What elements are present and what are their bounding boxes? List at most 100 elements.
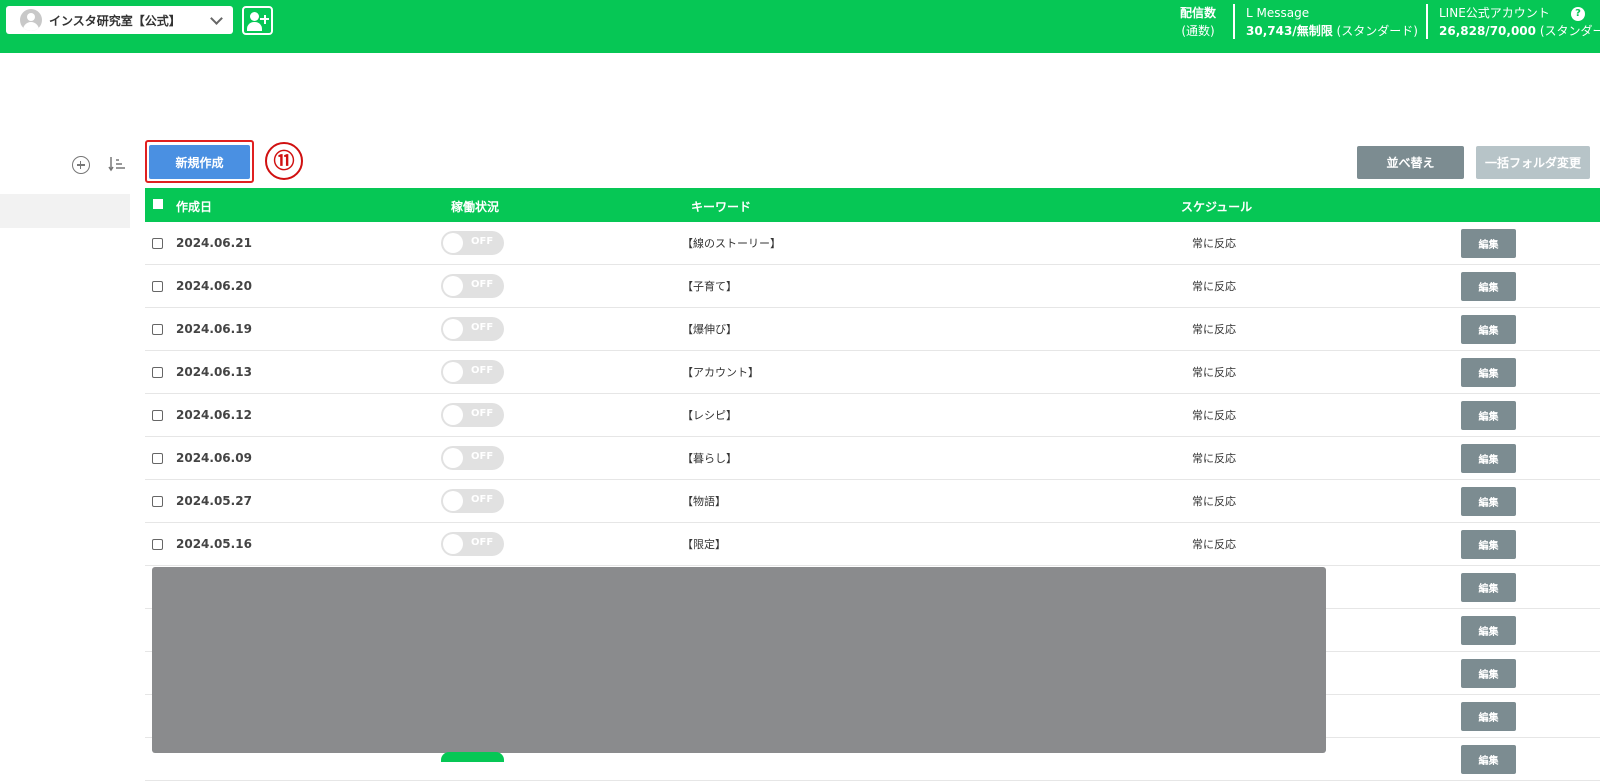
row-checkbox[interactable] — [152, 496, 163, 507]
status-toggle[interactable]: OFF — [441, 274, 504, 298]
table-body: 2024.06.21 OFF 【線のストーリー】 常に反応 編集 2024.06… — [145, 222, 1600, 566]
row-keyword: 【爆伸び】 — [682, 323, 737, 336]
add-user-icon-body — [247, 22, 262, 31]
on-toggle-partial[interactable] — [441, 752, 504, 762]
lmessage-stat: L Message 30,743/無制限 (スタンダード) — [1246, 4, 1418, 40]
edit-button[interactable]: 編集 — [1461, 616, 1516, 645]
edit-button[interactable]: 編集 — [1461, 444, 1516, 473]
toggle-label: OFF — [471, 537, 494, 548]
lmessage-value: 30,743/無制限 — [1246, 24, 1333, 38]
toggle-knob — [443, 276, 463, 296]
status-toggle[interactable]: OFF — [441, 532, 504, 556]
delivery-count-stat: 配信数 (通数) — [1180, 4, 1216, 40]
divider — [1426, 4, 1428, 39]
lmessage-label: L Message — [1246, 6, 1310, 20]
chevron-down-icon — [210, 12, 223, 25]
plus-icon-v — [263, 14, 266, 24]
add-folder-icon[interactable] — [72, 156, 90, 174]
edit-button[interactable]: 編集 — [1461, 702, 1516, 731]
col-date: 作成日 — [176, 200, 213, 214]
edit-button[interactable]: 編集 — [1461, 745, 1516, 774]
step-marker: ⑪ — [265, 142, 303, 180]
row-date: 2024.06.20 — [176, 279, 252, 293]
col-status: 稼働状況 — [451, 200, 500, 214]
edit-button[interactable]: 編集 — [1461, 487, 1516, 516]
bulk-folder-change-button[interactable]: 一括フォルダ変更 — [1476, 146, 1590, 179]
select-all-checkbox[interactable] — [153, 199, 163, 209]
edit-button[interactable]: 編集 — [1461, 401, 1516, 430]
row-schedule: 常に反応 — [1192, 323, 1236, 336]
toggle-label: OFF — [471, 365, 494, 376]
edit-button[interactable]: 編集 — [1461, 358, 1516, 387]
row-keyword: 【アカウント】 — [682, 366, 759, 379]
table-row: 2024.05.27 OFF 【物語】 常に反応 編集 — [145, 480, 1600, 523]
edit-button[interactable]: 編集 — [1461, 229, 1516, 258]
table-row: 2024.05.16 OFF 【限定】 常に反応 編集 — [145, 523, 1600, 566]
toggle-knob — [443, 405, 463, 425]
top-bar: インスタ研究室【公式】 配信数 (通数) L Message 30,743/無制… — [0, 0, 1600, 53]
row-schedule: 常に反応 — [1192, 237, 1236, 250]
row-date: 2024.06.09 — [176, 451, 252, 465]
edit-button[interactable]: 編集 — [1461, 530, 1516, 559]
row-keyword: 【子育て】 — [682, 280, 737, 293]
row-keyword: 【レシピ】 — [682, 409, 737, 422]
row-schedule: 常に反応 — [1192, 280, 1236, 293]
row-date: 2024.06.12 — [176, 408, 252, 422]
status-toggle[interactable]: OFF — [441, 231, 504, 255]
table-row: 2024.06.12 OFF 【レシピ】 常に反応 編集 — [145, 394, 1600, 437]
redacted-overlay — [152, 567, 1326, 753]
row-date: 2024.06.21 — [176, 236, 252, 250]
edit-button[interactable]: 編集 — [1461, 315, 1516, 344]
table-row: 2024.06.21 OFF 【線のストーリー】 常に反応 編集 — [145, 222, 1600, 265]
row-schedule: 常に反応 — [1192, 409, 1236, 422]
row-keyword: 【暮らし】 — [682, 452, 737, 465]
avatar — [20, 9, 42, 31]
row-checkbox[interactable] — [152, 238, 163, 249]
row-checkbox[interactable] — [152, 281, 163, 292]
toggle-label: OFF — [471, 494, 494, 505]
status-toggle[interactable]: OFF — [441, 446, 504, 470]
table-row: 2024.06.20 OFF 【子育て】 常に反応 編集 — [145, 265, 1600, 308]
new-create-button[interactable]: 新規作成 — [149, 145, 250, 179]
toggle-knob — [443, 448, 463, 468]
row-checkbox[interactable] — [152, 367, 163, 378]
row-checkbox[interactable] — [152, 410, 163, 421]
status-toggle[interactable]: OFF — [441, 317, 504, 341]
edit-button[interactable]: 編集 — [1461, 573, 1516, 602]
col-keyword: キーワード — [691, 200, 752, 214]
account-select[interactable]: インスタ研究室【公式】 — [6, 6, 233, 34]
toggle-knob — [443, 233, 463, 253]
table-row: 2024.06.09 OFF 【暮らし】 常に反応 編集 — [145, 437, 1600, 480]
toggle-label: OFF — [471, 236, 494, 247]
line-value: 26,828/70,000 — [1439, 24, 1536, 38]
row-checkbox[interactable] — [152, 453, 163, 464]
row-checkbox[interactable] — [152, 539, 163, 550]
status-toggle[interactable]: OFF — [441, 489, 504, 513]
edit-button[interactable]: 編集 — [1461, 659, 1516, 688]
row-keyword: 【限定】 — [682, 538, 726, 551]
toggle-knob — [443, 319, 463, 339]
table-row: 2024.06.13 OFF 【アカウント】 常に反応 編集 — [145, 351, 1600, 394]
row-schedule: 常に反応 — [1192, 538, 1236, 551]
delivery-label: 配信数 — [1180, 6, 1217, 20]
sort-icon[interactable] — [108, 155, 126, 173]
row-keyword: 【物語】 — [682, 495, 726, 508]
row-date: 2024.05.16 — [176, 537, 252, 551]
status-toggle[interactable]: OFF — [441, 360, 504, 384]
delivery-sub: (通数) — [1181, 24, 1215, 38]
edit-button[interactable]: 編集 — [1461, 272, 1516, 301]
row-schedule: 常に反応 — [1192, 366, 1236, 379]
toggle-knob — [443, 362, 463, 382]
row-keyword: 【線のストーリー】 — [682, 237, 781, 250]
toggle-label: OFF — [471, 279, 494, 290]
help-icon[interactable]: ? — [1571, 7, 1585, 21]
toggle-knob — [443, 491, 463, 511]
row-date: 2024.06.13 — [176, 365, 252, 379]
row-checkbox[interactable] — [152, 324, 163, 335]
account-name: インスタ研究室【公式】 — [49, 13, 181, 28]
add-user-icon — [250, 12, 259, 21]
sort-button[interactable]: 並べ替え — [1357, 146, 1464, 179]
sidebar-folder-selected[interactable] — [0, 194, 130, 228]
add-user-button[interactable] — [242, 6, 273, 35]
status-toggle[interactable]: OFF — [441, 403, 504, 427]
